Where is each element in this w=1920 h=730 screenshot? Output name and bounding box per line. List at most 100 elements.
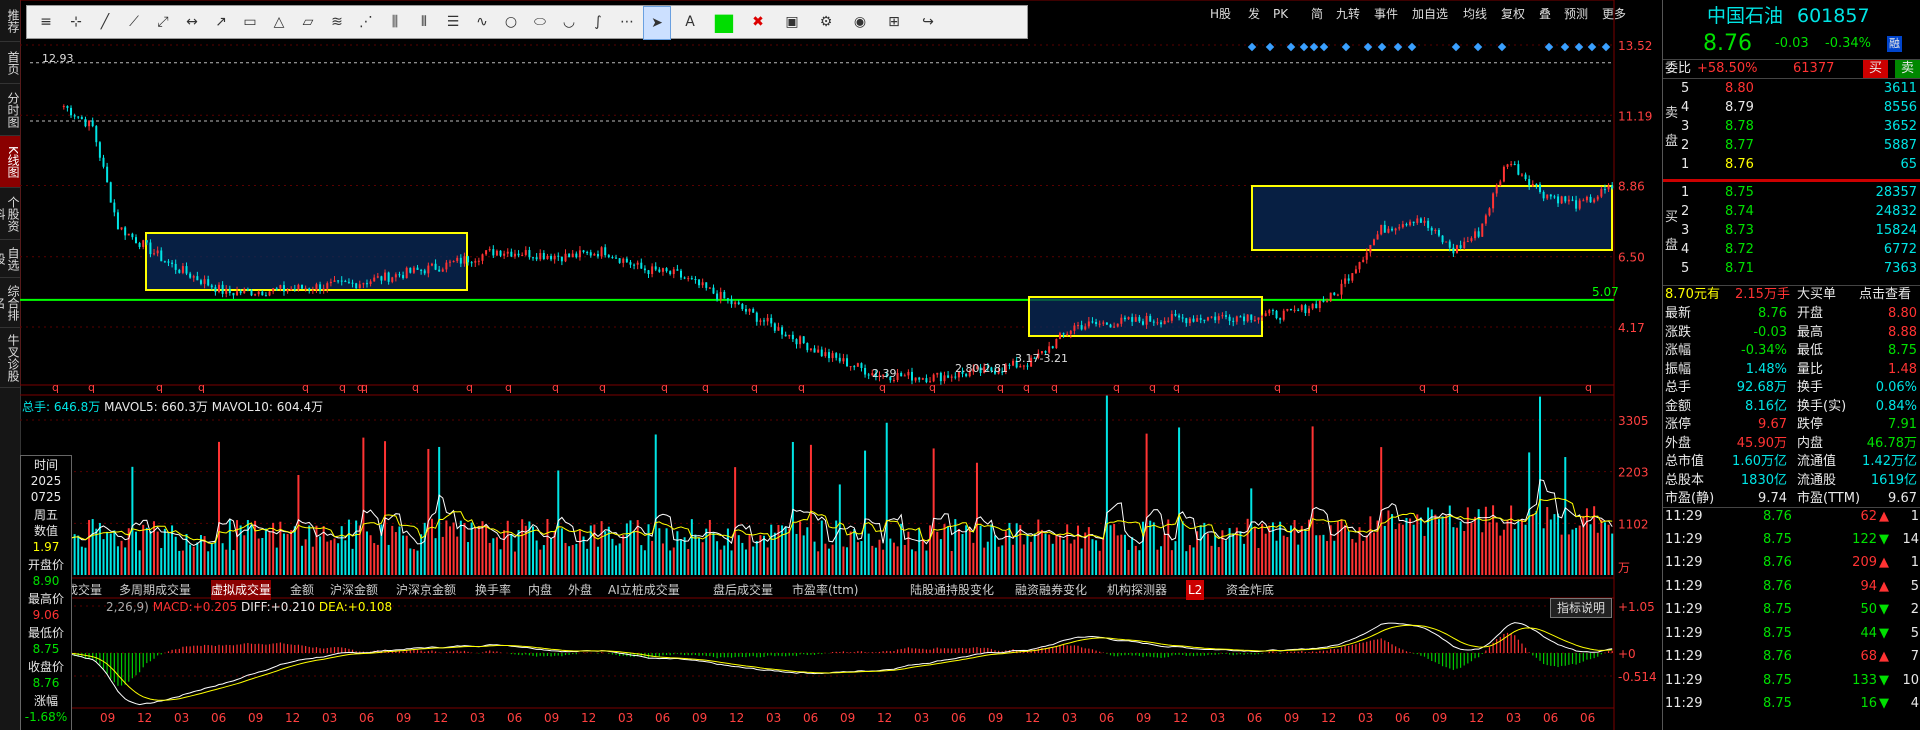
sell-button[interactable]: 卖 bbox=[1895, 60, 1920, 78]
line-icon[interactable]: ╱ bbox=[92, 6, 118, 38]
volume-bar bbox=[1127, 549, 1130, 575]
top-menu-item[interactable]: 九转 bbox=[1336, 4, 1360, 24]
left-nav-item[interactable]: 分时图 bbox=[0, 84, 20, 136]
volume-bar bbox=[1603, 522, 1606, 575]
tab-item[interactable]: 金额 bbox=[290, 580, 314, 600]
top-menu-item[interactable]: 复权 bbox=[1501, 4, 1525, 24]
top-menu-item[interactable]: 均线 bbox=[1463, 4, 1487, 24]
top-menu-item[interactable]: 更多 bbox=[1602, 4, 1626, 24]
ruler-icon[interactable]: ≡ bbox=[33, 6, 59, 38]
top-menu-item[interactable]: 发 bbox=[1248, 4, 1260, 24]
x-tick-label: 12 bbox=[433, 711, 448, 725]
share-icon[interactable]: ↪ bbox=[915, 6, 941, 38]
candle-body bbox=[485, 250, 488, 255]
candle-body bbox=[66, 106, 69, 108]
indicator-help-button[interactable]: 指标说明 bbox=[1550, 598, 1613, 618]
arc-icon[interactable]: ◡ bbox=[556, 6, 582, 38]
volume-bar bbox=[481, 521, 484, 575]
top-menu-item[interactable]: 加自选 bbox=[1412, 4, 1448, 24]
tab-item[interactable]: 外盘 bbox=[568, 580, 592, 600]
tab-item[interactable]: 沪深金额 bbox=[330, 580, 378, 600]
text-tool-icon[interactable]: A bbox=[677, 6, 703, 38]
left-nav-item[interactable]: 首页 bbox=[0, 42, 20, 84]
tab-item[interactable]: 内盘 bbox=[528, 580, 552, 600]
kline-chart[interactable]: 13.52 11.19 8.86 6.50 4.17 5.07 12.93 2.39 2.80-… bbox=[20, 0, 1662, 730]
cursor-icon[interactable]: ➤ bbox=[643, 6, 671, 40]
hline-icon[interactable]: ↔ bbox=[179, 6, 205, 38]
big-order-row[interactable]: 8.70元有 2.15万手 大买单 点击查看 bbox=[1663, 285, 1920, 304]
volume-bar bbox=[1455, 527, 1458, 575]
tab-item[interactable]: 融资融券变化 bbox=[1015, 580, 1087, 600]
top-menu-item[interactable]: 简 bbox=[1311, 4, 1323, 24]
bars-icon[interactable]: ⫼ bbox=[382, 6, 408, 38]
volume-bar bbox=[124, 547, 127, 575]
segment-icon[interactable]: ⤢ bbox=[150, 6, 176, 38]
top-menu-item[interactable]: PK bbox=[1273, 4, 1288, 24]
candle-body bbox=[694, 279, 697, 281]
tab-item[interactable]: 换手率 bbox=[475, 580, 511, 600]
top-menu-item[interactable]: 事件 bbox=[1374, 4, 1398, 24]
eye-icon[interactable]: ◉ bbox=[847, 6, 873, 38]
buy-button[interactable]: 买 bbox=[1863, 60, 1889, 78]
fan-icon[interactable]: ≋ bbox=[324, 6, 350, 38]
dots-icon[interactable]: ⋯ bbox=[614, 6, 640, 38]
candle-body bbox=[1470, 238, 1473, 242]
top-menu-item[interactable]: 预测 bbox=[1564, 4, 1588, 24]
grid-icon[interactable]: ⊞ bbox=[881, 6, 907, 38]
left-nav-item[interactable]: 综合排名 bbox=[0, 278, 20, 328]
candle-body bbox=[272, 288, 275, 292]
volume-bar bbox=[882, 549, 885, 575]
left-nav-item[interactable]: 推荐 bbox=[0, 0, 20, 42]
tab-item[interactable]: AI立桩成交量 bbox=[608, 580, 680, 600]
settings-icon[interactable]: ⚙ bbox=[813, 6, 839, 38]
volume-bar bbox=[485, 524, 488, 575]
save-icon[interactable]: ▣ bbox=[779, 6, 805, 38]
gann-icon[interactable]: ⋰ bbox=[353, 6, 379, 38]
wave-icon[interactable]: ∿ bbox=[469, 6, 495, 38]
down-arrow-icon: ▼ bbox=[1879, 602, 1889, 617]
candle-body bbox=[1116, 323, 1119, 327]
tab-item[interactable]: 资金炸底 bbox=[1226, 580, 1274, 600]
tab-item[interactable]: 市盈率(ttm) bbox=[792, 580, 858, 600]
candle-body bbox=[1141, 321, 1144, 325]
volume-bar bbox=[1506, 520, 1509, 575]
circle-icon[interactable]: ○ bbox=[498, 6, 524, 38]
top-menu-item[interactable]: 叠 bbox=[1539, 4, 1551, 24]
info-date: 0725 bbox=[30, 490, 62, 504]
tab-item[interactable]: 沪深京金额 bbox=[396, 580, 456, 600]
tab-item[interactable]: 机构探测器 bbox=[1107, 580, 1167, 600]
delete-icon[interactable]: ✖ bbox=[745, 6, 771, 38]
curve-icon[interactable]: ∫ bbox=[585, 6, 611, 38]
ask-volume: 65 bbox=[1900, 157, 1917, 172]
down-arrow-icon: ▼ bbox=[1879, 531, 1889, 547]
triangle-icon[interactable]: △ bbox=[266, 6, 292, 38]
candle-body bbox=[1549, 194, 1552, 197]
ellipse-icon[interactable]: ⬭ bbox=[527, 6, 553, 38]
tab-item[interactable]: 盘后成交量 bbox=[713, 580, 773, 600]
text-icon[interactable]: ☰ bbox=[440, 6, 466, 38]
volume-bar bbox=[748, 535, 751, 575]
top-menu-item[interactable]: H股 bbox=[1210, 4, 1231, 24]
tab-item[interactable]: L2 bbox=[1186, 580, 1205, 600]
ray-icon[interactable]: ⟋ bbox=[121, 6, 147, 38]
candle-body bbox=[203, 279, 206, 284]
left-nav-item[interactable]: K线图 bbox=[0, 136, 20, 188]
volume-bar bbox=[1163, 533, 1166, 575]
tab-item[interactable]: 虚拟成交量 bbox=[211, 580, 272, 600]
volume-bar bbox=[849, 531, 852, 575]
parallel-icon[interactable]: ⦀ bbox=[411, 6, 437, 38]
bid-price: 8.75 bbox=[1725, 185, 1754, 200]
left-nav-item[interactable]: 自选股 bbox=[0, 240, 20, 278]
rect-icon[interactable]: ▭ bbox=[237, 6, 263, 38]
parallelogram-icon[interactable]: ▱ bbox=[295, 6, 321, 38]
candle-body bbox=[113, 202, 116, 213]
crosshair-icon[interactable]: ⊹ bbox=[63, 6, 89, 38]
big-order-link[interactable]: 点击查看 bbox=[1859, 286, 1911, 304]
left-nav-item[interactable]: 个股资料 bbox=[0, 188, 20, 240]
candle-body bbox=[1560, 196, 1563, 204]
left-nav-item[interactable]: 牛叉诊股 bbox=[0, 328, 20, 388]
arrow-icon[interactable]: ↗ bbox=[208, 6, 234, 38]
tab-item[interactable]: 多周期成交量 bbox=[119, 580, 191, 600]
tab-item[interactable]: 陆股通持股变化 bbox=[910, 580, 994, 600]
volume-bar bbox=[618, 543, 621, 575]
